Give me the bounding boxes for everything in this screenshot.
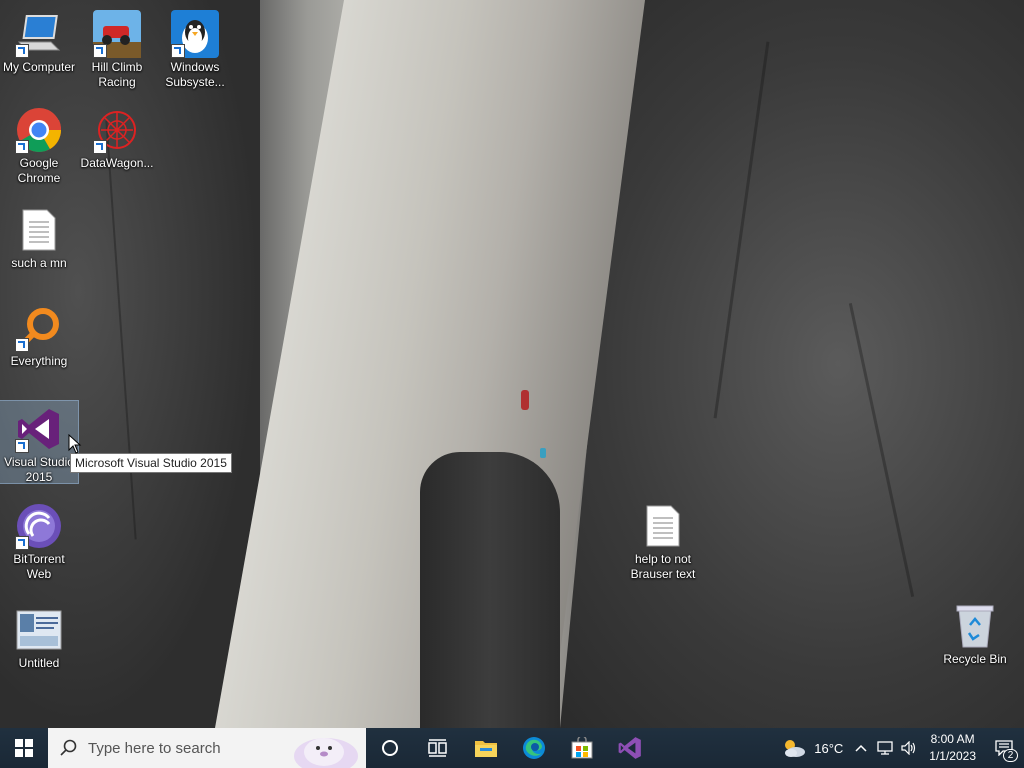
visual-studio-icon [618, 737, 641, 759]
wallpaper-rock-pillar [420, 452, 560, 728]
shortcut-arrow-icon [15, 338, 29, 352]
shortcut-arrow-icon [171, 44, 185, 58]
search-highlight-illustration-icon [294, 738, 358, 768]
bittorrent-icon [15, 502, 63, 550]
store-icon [571, 737, 593, 759]
computer-icon [15, 10, 63, 58]
shortcut-arrow-icon [15, 44, 29, 58]
desktop-icon-label: Everything [10, 354, 68, 368]
network-button[interactable] [873, 728, 897, 768]
everything-search-icon [15, 304, 63, 352]
taskbar-edge[interactable] [510, 728, 558, 768]
desktop-icon-bittorrent-web[interactable]: BitTorrent Web [0, 498, 78, 582]
image-file-icon [15, 606, 63, 654]
cortana-circle-icon [382, 740, 398, 756]
desktop-icon-label: help to not Brauser text [630, 552, 696, 581]
penguin-icon [171, 10, 219, 58]
clock-date: 1/1/2023 [929, 749, 976, 763]
hill-climb-racing-icon [93, 10, 141, 58]
shortcut-arrow-icon [15, 140, 29, 154]
task-view-button[interactable] [414, 728, 462, 768]
text-file-icon [639, 502, 687, 550]
desktop-icon-recycle-bin[interactable]: Recycle Bin [936, 598, 1014, 667]
weather-temperature: 16°C [814, 740, 844, 756]
climber-figure [521, 390, 529, 410]
tooltip: Microsoft Visual Studio 2015 [70, 453, 232, 473]
desktop-icon-my-computer[interactable]: My Computer [0, 6, 78, 75]
desktop-icon-label: My Computer [2, 60, 76, 74]
recycle-bin-icon [951, 602, 999, 650]
shortcut-arrow-icon [15, 439, 29, 453]
visual-studio-icon [15, 405, 63, 453]
desktop-icon-label: Untitled [18, 656, 60, 670]
desktop[interactable]: My Computer Hill Climb Racing Windows Su… [0, 0, 1024, 728]
file-explorer-icon [475, 741, 497, 757]
taskbar-visual-studio[interactable] [606, 728, 654, 768]
desktop-icon-label: such a mn [11, 256, 67, 270]
weather-widget[interactable]: 16°C [774, 728, 849, 768]
cortana-button[interactable] [366, 728, 414, 768]
speaker-icon [901, 741, 916, 755]
show-hidden-icons-button[interactable] [849, 728, 873, 768]
notification-count-badge: 2 [1003, 749, 1018, 762]
search-placeholder: Type here to search [88, 739, 221, 757]
desktop-icon-windows-subsystem[interactable]: Windows Subsyste... [156, 6, 234, 90]
desktop-icon-label: Hill Climb Racing [91, 60, 143, 89]
windows-logo-icon [15, 739, 33, 757]
desktop-icon-google-chrome[interactable]: Google Chrome [0, 102, 78, 186]
desktop-icon-visual-studio-2015[interactable]: Visual Studio 2015 [0, 400, 79, 484]
chrome-icon [15, 106, 63, 154]
notification-center-button[interactable]: 2 [984, 728, 1024, 768]
desktop-icon-label: Windows Subsyste... [165, 60, 225, 89]
taskbar-store[interactable] [558, 728, 606, 768]
desktop-icon-help-to-not-brauser-text[interactable]: help to not Brauser text [624, 498, 702, 582]
desktop-icon-label: BitTorrent Web [13, 552, 65, 581]
partly-cloudy-icon [785, 740, 806, 757]
network-icon [877, 741, 893, 755]
taskbar-clock[interactable]: 8:00 AM 1/1/2023 [921, 731, 984, 765]
desktop-icon-label: Visual Studio 2015 [4, 455, 74, 484]
clock-time: 8:00 AM [930, 732, 975, 746]
desktop-icon-hill-climb-racing[interactable]: Hill Climb Racing [78, 6, 156, 90]
chevron-up-icon [855, 744, 867, 752]
shortcut-arrow-icon [93, 140, 107, 154]
desktop-icon-untitled[interactable]: Untitled [0, 602, 78, 671]
text-file-icon [15, 206, 63, 254]
volume-button[interactable] [897, 728, 921, 768]
shortcut-arrow-icon [93, 44, 107, 58]
desktop-icon-label: Google Chrome [17, 156, 61, 185]
taskbar-search-box[interactable]: Type here to search [48, 728, 366, 768]
taskbar: Type here to search 16°C 8:00 AM 1/1/202… [0, 728, 1024, 768]
climber-figure [540, 448, 546, 458]
start-button[interactable] [0, 728, 48, 768]
edge-icon [523, 737, 545, 759]
taskbar-file-explorer[interactable] [462, 728, 510, 768]
task-view-icon [428, 739, 447, 757]
system-tray: 16°C 8:00 AM 1/1/2023 2 [774, 728, 1024, 768]
desktop-icon-datawagon[interactable]: DataWagon... [78, 102, 156, 171]
search-icon [60, 739, 77, 756]
desktop-icon-such-a-mn[interactable]: such a mn [0, 202, 78, 271]
desktop-icon-label: Recycle Bin [943, 652, 1007, 666]
shortcut-arrow-icon [15, 536, 29, 550]
datawagon-icon [93, 106, 141, 154]
desktop-icon-label: DataWagon... [80, 156, 154, 170]
desktop-icon-everything[interactable]: Everything [0, 300, 78, 369]
